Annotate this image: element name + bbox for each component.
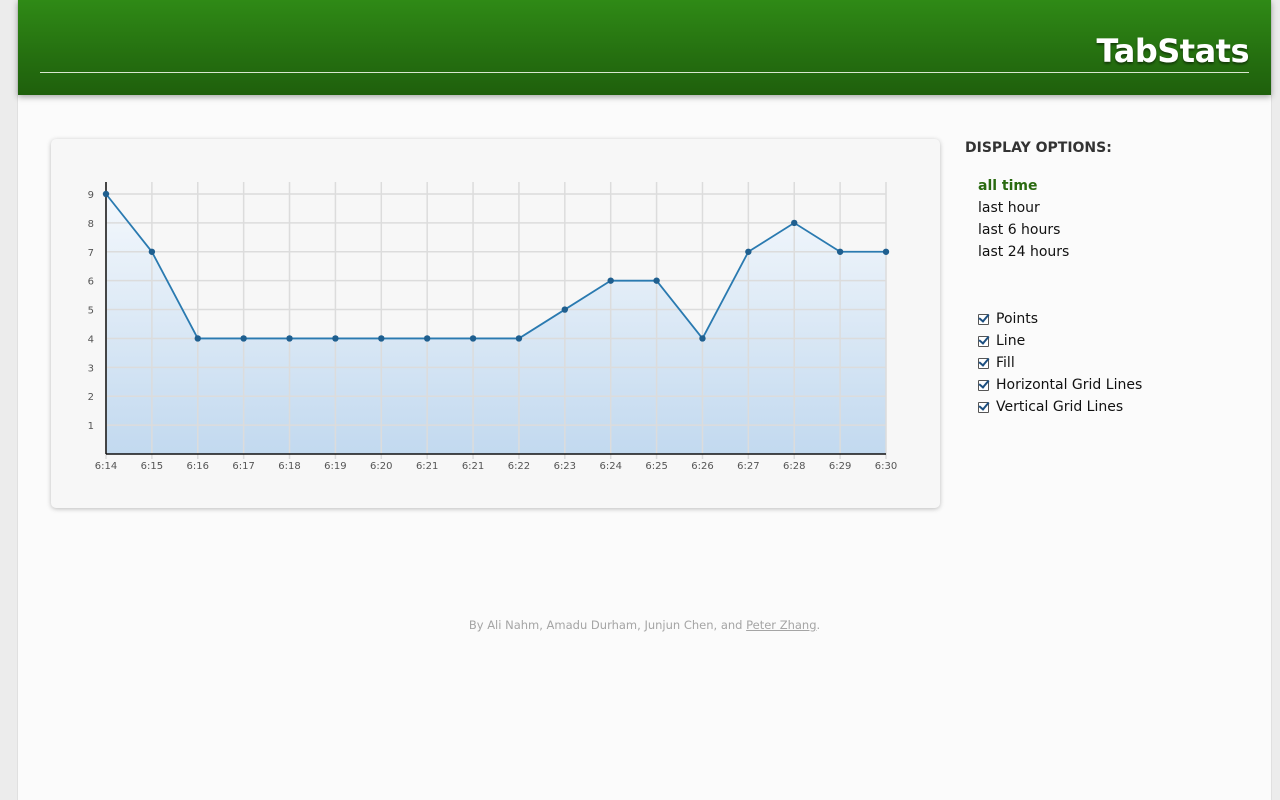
x-tick-label: 6:22 (508, 461, 530, 472)
range-last-24-hours[interactable]: last 24 hours (978, 241, 1069, 263)
credits-period: . (816, 618, 821, 632)
option-horizontal-grid-lines[interactable]: Horizontal Grid Lines (978, 374, 1142, 396)
option-points[interactable]: Points (978, 308, 1142, 330)
y-tick-label: 8 (88, 219, 94, 230)
time-range-list: all time last hour last 6 hours last 24 … (978, 175, 1069, 263)
x-tick-label: 6:21 (462, 461, 484, 472)
x-tick-label: 6:17 (232, 461, 254, 472)
data-point (607, 277, 614, 284)
y-tick-label: 3 (88, 363, 94, 374)
y-tick-label: 9 (88, 190, 94, 201)
range-last-6-hours[interactable]: last 6 hours (978, 219, 1069, 241)
vertical-grid-checkbox[interactable] (978, 401, 989, 413)
data-point (423, 335, 431, 342)
header: TabStats (18, 0, 1271, 95)
data-point (194, 335, 201, 342)
data-point (882, 248, 890, 255)
x-tick-label: 6:18 (278, 461, 300, 472)
horizontal-grid-checkbox[interactable] (978, 379, 989, 391)
chart-card: 1 2 3 4 5 6 7 8 9 6:14 6:15 6:16 6:17 6:18 6:19 6:20 6:2… (51, 139, 940, 508)
peter-zhang-link[interactable]: Peter Zhang (746, 618, 816, 632)
y-tick-label: 4 (88, 334, 94, 345)
tab-count-chart: 1 2 3 4 5 6 7 8 9 6:14 6:15 6:16 6:17 6:18 6:19 6:20 6:2… (88, 182, 897, 472)
x-tick-label: 6:29 (829, 461, 851, 472)
display-options-panel: DISPLAY OPTIONS: all time last hour last… (965, 140, 1255, 415)
x-tick-label: 6:20 (370, 461, 392, 472)
fill-checkbox[interactable] (978, 357, 989, 369)
option-fill[interactable]: Fill (978, 352, 1142, 374)
option-label: Horizontal Grid Lines (996, 377, 1143, 393)
data-point (653, 277, 660, 284)
data-point (699, 335, 706, 342)
option-label: Line (996, 333, 1026, 349)
credits-text: By Ali Nahm, Amadu Durham, Junjun Chen, … (468, 618, 747, 632)
data-point (378, 335, 385, 342)
data-point (102, 190, 110, 198)
option-label: Vertical Grid Lines (996, 399, 1124, 415)
x-tick-label: 6:27 (737, 461, 759, 472)
page: TabStats 1 2 3 4 5 6 7 8 9 6:14 6:15 6:16 6:17 6:18 6:… (17, 0, 1272, 800)
data-point (469, 335, 477, 342)
data-point (148, 248, 156, 255)
x-tick-label: 6:19 (324, 461, 346, 472)
x-tick-label: 6:14 (95, 461, 117, 472)
x-tick-label: 6:16 (187, 461, 209, 472)
credits-footer: By Ali Nahm, Amadu Durham, Junjun Chen, … (18, 618, 1271, 632)
data-point (745, 248, 752, 255)
y-tick-label: 2 (88, 392, 94, 403)
data-point (332, 335, 339, 342)
option-label: Points (996, 311, 1039, 327)
option-line[interactable]: Line (978, 330, 1142, 352)
data-point (791, 219, 798, 227)
header-divider (40, 72, 1249, 73)
app-title: TabStats (1096, 32, 1250, 70)
y-tick-label: 5 (88, 306, 94, 317)
y-tick-label: 7 (88, 248, 94, 259)
x-tick-label: 6:21 (416, 461, 438, 472)
data-point (286, 335, 293, 342)
x-tick-label: 6:15 (141, 461, 163, 472)
data-point (561, 306, 569, 313)
option-label: Fill (996, 355, 1015, 371)
y-tick-label: 1 (88, 421, 94, 432)
y-tick-label: 6 (88, 277, 94, 288)
x-tick-label: 6:30 (875, 461, 897, 472)
data-point (836, 248, 844, 255)
data-point (515, 335, 523, 342)
display-options-heading: DISPLAY OPTIONS: (965, 140, 1112, 156)
x-tick-label: 6:25 (645, 461, 667, 472)
data-point (240, 335, 247, 342)
range-all-time[interactable]: all time (978, 175, 1069, 197)
chart-area-fill (106, 194, 886, 454)
range-last-hour[interactable]: last hour (978, 197, 1069, 219)
chart-options-list: Points Line Fill Horizontal Grid Lines V… (978, 308, 1142, 418)
x-tick-label: 6:26 (691, 461, 713, 472)
option-vertical-grid-lines[interactable]: Vertical Grid Lines (978, 396, 1142, 418)
x-tick-label: 6:23 (554, 461, 576, 472)
line-checkbox[interactable] (978, 335, 989, 347)
x-tick-label: 6:24 (599, 461, 621, 472)
points-checkbox[interactable] (978, 313, 989, 325)
x-tick-label: 6:28 (783, 461, 805, 472)
